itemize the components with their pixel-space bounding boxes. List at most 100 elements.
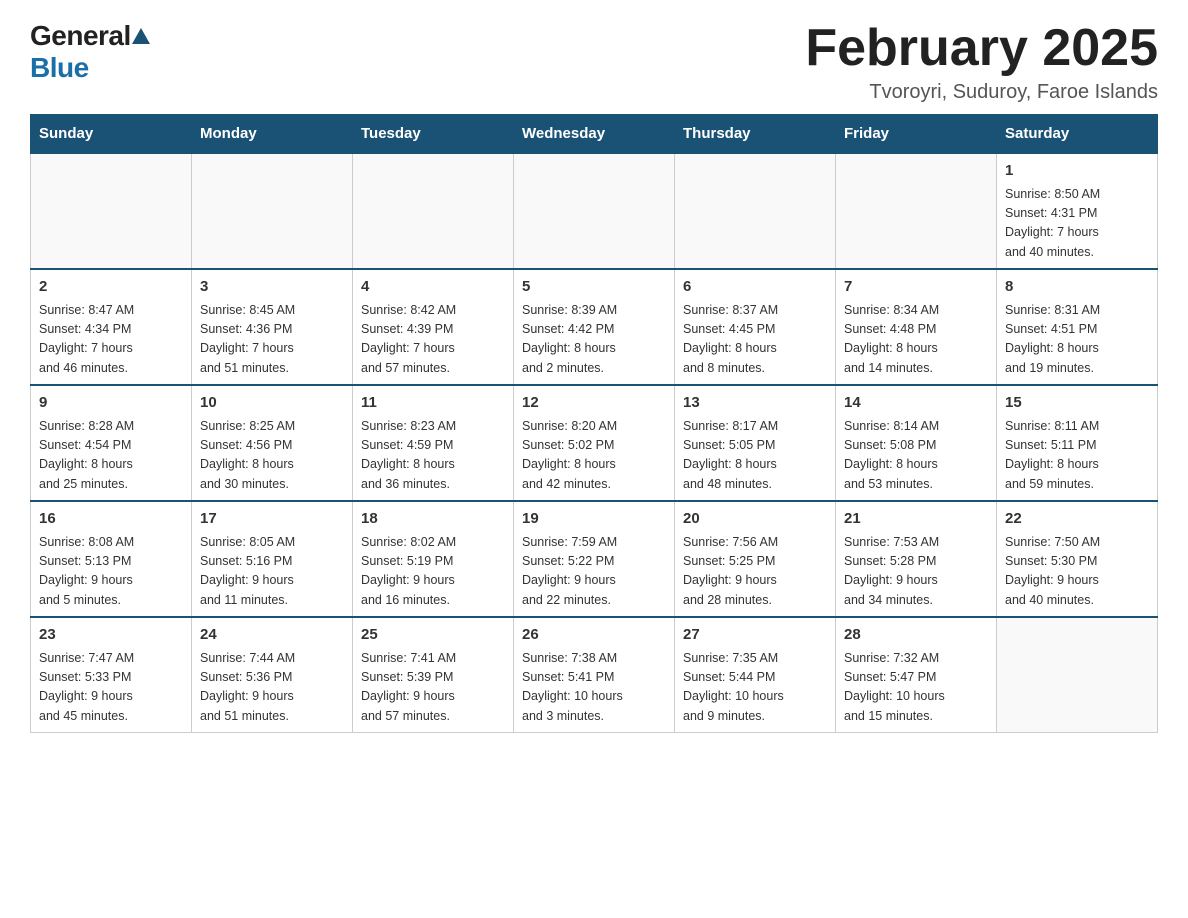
calendar-title: February 2025	[805, 20, 1158, 77]
weekday-header-saturday: Saturday	[997, 115, 1158, 154]
calendar-cell: 24Sunrise: 7:44 AM Sunset: 5:36 PM Dayli…	[192, 617, 353, 733]
day-number: 8	[1005, 276, 1149, 299]
day-number: 11	[361, 392, 505, 415]
day-info: Sunrise: 8:47 AM Sunset: 4:34 PM Dayligh…	[39, 301, 183, 379]
calendar-cell	[31, 153, 192, 269]
day-number: 27	[683, 624, 827, 647]
day-info: Sunrise: 8:20 AM Sunset: 5:02 PM Dayligh…	[522, 417, 666, 495]
day-info: Sunrise: 8:45 AM Sunset: 4:36 PM Dayligh…	[200, 301, 344, 379]
weekday-header-friday: Friday	[836, 115, 997, 154]
day-number: 25	[361, 624, 505, 647]
calendar-cell: 4Sunrise: 8:42 AM Sunset: 4:39 PM Daylig…	[353, 269, 514, 385]
day-number: 12	[522, 392, 666, 415]
day-info: Sunrise: 7:38 AM Sunset: 5:41 PM Dayligh…	[522, 649, 666, 727]
day-info: Sunrise: 8:42 AM Sunset: 4:39 PM Dayligh…	[361, 301, 505, 379]
calendar-cell: 7Sunrise: 8:34 AM Sunset: 4:48 PM Daylig…	[836, 269, 997, 385]
day-number: 5	[522, 276, 666, 299]
weekday-header-wednesday: Wednesday	[514, 115, 675, 154]
calendar-cell: 14Sunrise: 8:14 AM Sunset: 5:08 PM Dayli…	[836, 385, 997, 501]
day-info: Sunrise: 7:50 AM Sunset: 5:30 PM Dayligh…	[1005, 533, 1149, 611]
calendar-cell: 20Sunrise: 7:56 AM Sunset: 5:25 PM Dayli…	[675, 501, 836, 617]
day-number: 26	[522, 624, 666, 647]
day-info: Sunrise: 8:23 AM Sunset: 4:59 PM Dayligh…	[361, 417, 505, 495]
day-number: 20	[683, 508, 827, 531]
calendar-cell: 13Sunrise: 8:17 AM Sunset: 5:05 PM Dayli…	[675, 385, 836, 501]
day-info: Sunrise: 7:32 AM Sunset: 5:47 PM Dayligh…	[844, 649, 988, 727]
day-number: 28	[844, 624, 988, 647]
calendar-cell	[836, 153, 997, 269]
calendar-cell	[192, 153, 353, 269]
week-row-2: 2Sunrise: 8:47 AM Sunset: 4:34 PM Daylig…	[31, 269, 1158, 385]
weekday-header-tuesday: Tuesday	[353, 115, 514, 154]
day-info: Sunrise: 8:31 AM Sunset: 4:51 PM Dayligh…	[1005, 301, 1149, 379]
day-number: 7	[844, 276, 988, 299]
day-number: 4	[361, 276, 505, 299]
calendar-cell: 23Sunrise: 7:47 AM Sunset: 5:33 PM Dayli…	[31, 617, 192, 733]
weekday-header-monday: Monday	[192, 115, 353, 154]
day-info: Sunrise: 8:25 AM Sunset: 4:56 PM Dayligh…	[200, 417, 344, 495]
day-number: 3	[200, 276, 344, 299]
logo-blue: Blue	[30, 52, 89, 84]
day-info: Sunrise: 7:59 AM Sunset: 5:22 PM Dayligh…	[522, 533, 666, 611]
day-number: 24	[200, 624, 344, 647]
page-header: General Blue February 2025 Tvoroyri, Sud…	[30, 20, 1158, 104]
day-info: Sunrise: 7:53 AM Sunset: 5:28 PM Dayligh…	[844, 533, 988, 611]
calendar-cell: 27Sunrise: 7:35 AM Sunset: 5:44 PM Dayli…	[675, 617, 836, 733]
day-info: Sunrise: 8:34 AM Sunset: 4:48 PM Dayligh…	[844, 301, 988, 379]
day-number: 9	[39, 392, 183, 415]
calendar-cell: 28Sunrise: 7:32 AM Sunset: 5:47 PM Dayli…	[836, 617, 997, 733]
day-info: Sunrise: 8:50 AM Sunset: 4:31 PM Dayligh…	[1005, 185, 1149, 263]
calendar-header: SundayMondayTuesdayWednesdayThursdayFrid…	[31, 115, 1158, 154]
calendar-cell	[675, 153, 836, 269]
day-info: Sunrise: 8:37 AM Sunset: 4:45 PM Dayligh…	[683, 301, 827, 379]
day-info: Sunrise: 7:56 AM Sunset: 5:25 PM Dayligh…	[683, 533, 827, 611]
location-subtitle: Tvoroyri, Suduroy, Faroe Islands	[805, 81, 1158, 104]
calendar-cell: 8Sunrise: 8:31 AM Sunset: 4:51 PM Daylig…	[997, 269, 1158, 385]
calendar-cell: 5Sunrise: 8:39 AM Sunset: 4:42 PM Daylig…	[514, 269, 675, 385]
calendar-cell	[514, 153, 675, 269]
calendar-cell: 25Sunrise: 7:41 AM Sunset: 5:39 PM Dayli…	[353, 617, 514, 733]
day-info: Sunrise: 8:39 AM Sunset: 4:42 PM Dayligh…	[522, 301, 666, 379]
weekday-header-thursday: Thursday	[675, 115, 836, 154]
weekday-header-row: SundayMondayTuesdayWednesdayThursdayFrid…	[31, 115, 1158, 154]
day-number: 22	[1005, 508, 1149, 531]
calendar-cell	[353, 153, 514, 269]
week-row-3: 9Sunrise: 8:28 AM Sunset: 4:54 PM Daylig…	[31, 385, 1158, 501]
calendar-cell: 18Sunrise: 8:02 AM Sunset: 5:19 PM Dayli…	[353, 501, 514, 617]
calendar-cell: 22Sunrise: 7:50 AM Sunset: 5:30 PM Dayli…	[997, 501, 1158, 617]
day-number: 17	[200, 508, 344, 531]
calendar-cell: 10Sunrise: 8:25 AM Sunset: 4:56 PM Dayli…	[192, 385, 353, 501]
day-number: 21	[844, 508, 988, 531]
day-info: Sunrise: 8:14 AM Sunset: 5:08 PM Dayligh…	[844, 417, 988, 495]
day-info: Sunrise: 7:44 AM Sunset: 5:36 PM Dayligh…	[200, 649, 344, 727]
day-number: 2	[39, 276, 183, 299]
day-info: Sunrise: 8:17 AM Sunset: 5:05 PM Dayligh…	[683, 417, 827, 495]
calendar-cell: 21Sunrise: 7:53 AM Sunset: 5:28 PM Dayli…	[836, 501, 997, 617]
logo-triangle-icon	[132, 28, 150, 44]
calendar-cell: 15Sunrise: 8:11 AM Sunset: 5:11 PM Dayli…	[997, 385, 1158, 501]
day-number: 23	[39, 624, 183, 647]
day-info: Sunrise: 8:02 AM Sunset: 5:19 PM Dayligh…	[361, 533, 505, 611]
day-info: Sunrise: 7:47 AM Sunset: 5:33 PM Dayligh…	[39, 649, 183, 727]
calendar-cell: 17Sunrise: 8:05 AM Sunset: 5:16 PM Dayli…	[192, 501, 353, 617]
calendar-cell: 1Sunrise: 8:50 AM Sunset: 4:31 PM Daylig…	[997, 153, 1158, 269]
calendar-cell: 9Sunrise: 8:28 AM Sunset: 4:54 PM Daylig…	[31, 385, 192, 501]
calendar-cell: 6Sunrise: 8:37 AM Sunset: 4:45 PM Daylig…	[675, 269, 836, 385]
day-number: 15	[1005, 392, 1149, 415]
day-number: 14	[844, 392, 988, 415]
calendar-cell: 11Sunrise: 8:23 AM Sunset: 4:59 PM Dayli…	[353, 385, 514, 501]
day-info: Sunrise: 8:05 AM Sunset: 5:16 PM Dayligh…	[200, 533, 344, 611]
calendar-cell: 19Sunrise: 7:59 AM Sunset: 5:22 PM Dayli…	[514, 501, 675, 617]
day-number: 19	[522, 508, 666, 531]
calendar-cell: 16Sunrise: 8:08 AM Sunset: 5:13 PM Dayli…	[31, 501, 192, 617]
calendar-cell: 2Sunrise: 8:47 AM Sunset: 4:34 PM Daylig…	[31, 269, 192, 385]
logo-general: General	[30, 20, 131, 52]
day-number: 6	[683, 276, 827, 299]
calendar-cell: 3Sunrise: 8:45 AM Sunset: 4:36 PM Daylig…	[192, 269, 353, 385]
week-row-1: 1Sunrise: 8:50 AM Sunset: 4:31 PM Daylig…	[31, 153, 1158, 269]
weekday-header-sunday: Sunday	[31, 115, 192, 154]
day-number: 10	[200, 392, 344, 415]
logo: General Blue	[30, 20, 151, 84]
week-row-5: 23Sunrise: 7:47 AM Sunset: 5:33 PM Dayli…	[31, 617, 1158, 733]
title-area: February 2025 Tvoroyri, Suduroy, Faroe I…	[805, 20, 1158, 104]
